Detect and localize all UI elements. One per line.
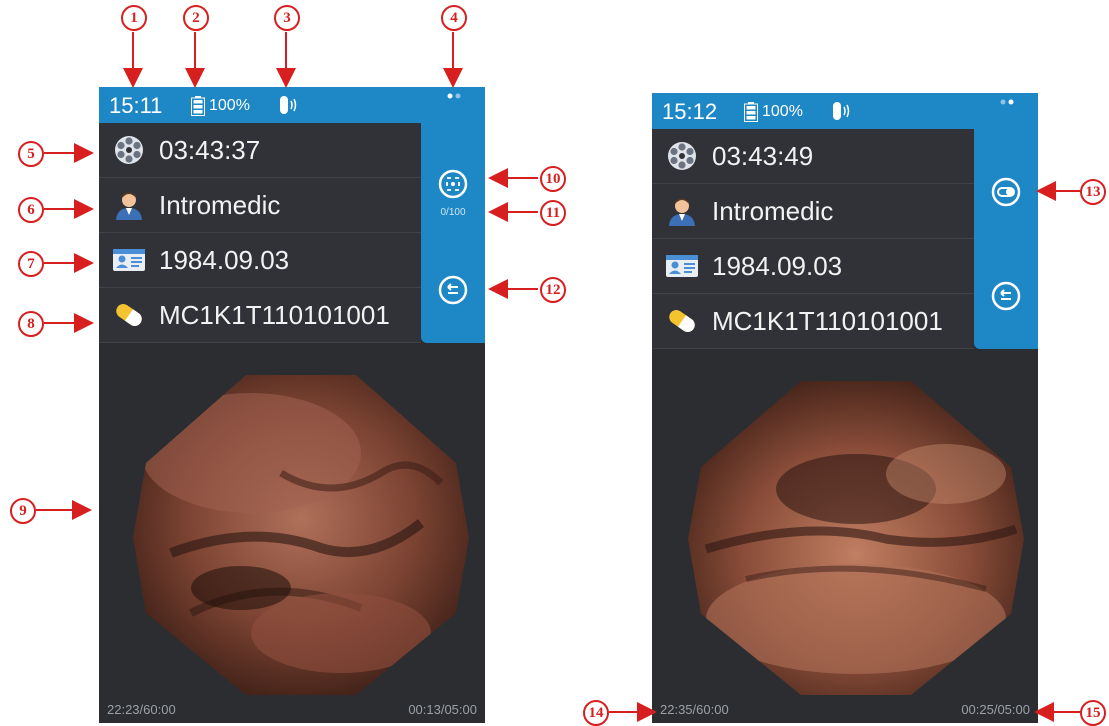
callout-arrow	[1034, 702, 1084, 722]
recording-time: 03:43:37	[159, 134, 261, 165]
battery-icon	[191, 96, 205, 116]
callout-arrow	[44, 143, 94, 163]
callout-arrow	[36, 500, 92, 520]
callout-number: 9	[10, 498, 36, 524]
birthdate: 1984.09.03	[159, 244, 290, 275]
id-card-icon	[666, 255, 698, 277]
playback-progress: 00:13/05:00	[408, 702, 477, 717]
endoscope-view	[133, 375, 469, 695]
callout-arrow	[185, 32, 205, 88]
callout-number: 1	[121, 5, 147, 31]
info-list: 03:43:49 Intromedic 1984.09.03 MC1K1T110…	[652, 129, 974, 349]
callout-number: 11	[540, 200, 566, 226]
birthdate-row: 1984.09.03	[99, 233, 421, 288]
capture-counter: 0/100	[440, 207, 466, 218]
capsule-icon	[116, 303, 142, 327]
callout-number: 2	[183, 5, 209, 31]
capsule-id: MC1K1T110101001	[159, 299, 390, 330]
callout-arrow	[488, 202, 538, 222]
side-panel	[974, 129, 1038, 349]
callout-number: 6	[18, 197, 44, 223]
patient-name: Intromedic	[712, 195, 834, 226]
capsule-signal-icon	[280, 96, 297, 114]
callout-number: 7	[18, 251, 44, 277]
callout-arrow	[123, 32, 143, 88]
info-list: 03:43:37 Intromedic 1984.09.03 MC1K1T110…	[99, 123, 421, 343]
callout-number: 4	[441, 5, 467, 31]
callout-arrow	[488, 279, 538, 299]
film-reel-icon	[115, 136, 143, 164]
playback-progress: 00:25/05:00	[961, 702, 1030, 717]
back-button[interactable]	[991, 281, 1021, 311]
callout-number: 13	[1080, 179, 1106, 205]
callout-arrow	[44, 199, 94, 219]
patient-name: Intromedic	[159, 189, 281, 220]
recording-time-row: 03:43:37	[99, 123, 421, 178]
side-panel: 0/100	[421, 123, 485, 343]
device-screen-left: 15:11 100% 03:43:37 Intromedic 1984.09.0…	[99, 87, 485, 723]
recording-progress: 22:23/60:00	[107, 702, 176, 717]
callout-number: 12	[540, 277, 566, 303]
capsule-toggle-button[interactable]	[991, 177, 1021, 207]
user-avatar-icon	[669, 198, 695, 226]
callout-number: 8	[18, 311, 44, 337]
capsule-id-row: MC1K1T110101001	[652, 294, 974, 349]
recording-time: 03:43:49	[712, 140, 814, 171]
status-bar: 15:11 100%	[99, 87, 485, 123]
callout-number: 15	[1080, 700, 1106, 726]
status-time: 15:12	[662, 99, 718, 124]
id-card-icon	[113, 249, 145, 271]
battery-icon	[744, 102, 758, 122]
capsule-id-row: MC1K1T110101001	[99, 288, 421, 343]
callout-arrow	[443, 32, 463, 88]
film-reel-icon	[668, 142, 696, 170]
callout-number: 10	[540, 166, 566, 192]
callout-arrow	[44, 313, 94, 333]
patient-name-row: Intromedic	[99, 178, 421, 233]
birthdate-row: 1984.09.03	[652, 239, 974, 294]
user-avatar-icon	[116, 192, 142, 220]
patient-name-row: Intromedic	[652, 184, 974, 239]
endoscope-view	[688, 381, 1024, 695]
capsule-icon	[669, 309, 695, 333]
capsule-id: MC1K1T110101001	[712, 305, 943, 336]
capsule-signal-icon	[833, 102, 850, 120]
page-indicator-icon	[447, 93, 461, 99]
callout-arrow	[488, 168, 538, 188]
recording-time-row: 03:43:49	[652, 129, 974, 184]
battery-percent: 100%	[762, 103, 803, 120]
birthdate: 1984.09.03	[712, 250, 843, 281]
callout-number: 3	[274, 5, 300, 31]
callout-arrow	[44, 253, 94, 273]
status-time: 15:11	[109, 93, 163, 118]
back-button[interactable]	[438, 275, 468, 305]
recording-progress: 22:35/60:00	[660, 702, 729, 717]
device-screen-right: 15:12 100% 03:43:49 Intromedic 1984.09.0…	[652, 93, 1038, 723]
page-indicator-icon	[1000, 99, 1014, 105]
status-bar: 15:12 100%	[652, 93, 1038, 129]
callout-number: 14	[583, 700, 609, 726]
callout-number: 5	[18, 141, 44, 167]
battery-percent: 100%	[209, 97, 250, 114]
capture-button[interactable]	[438, 169, 468, 199]
callout-arrow	[609, 702, 657, 722]
callout-arrow	[276, 32, 296, 88]
